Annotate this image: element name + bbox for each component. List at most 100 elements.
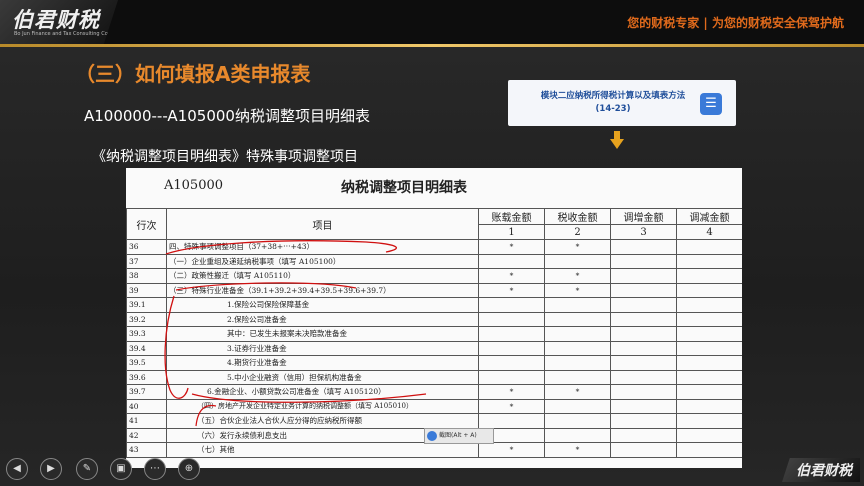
module-label-line2: (14-23) [595, 104, 631, 114]
row-c4 [676, 253, 742, 269]
next-icon[interactable]: ▶ [40, 458, 62, 480]
row-c4 [676, 340, 742, 356]
row-item: （二）政策性搬迁（填写 A105110） [166, 268, 479, 284]
header-item: 项目 [166, 208, 479, 240]
row-c3 [610, 413, 677, 429]
row-c3 [610, 253, 677, 269]
row-c1 [478, 340, 545, 356]
prev-icon[interactable]: ◀ [6, 458, 28, 480]
module-link-button[interactable]: 模块二应纳税所得税计算以及填表方法 (14-23) ☰ [508, 80, 736, 126]
row-c3 [610, 384, 677, 400]
table-row: 39 （三）特殊行业准备金（39.1+39.2+39.4+39.5+39.6+39… [126, 282, 742, 298]
row-c1: * [478, 239, 545, 255]
slide-subtitle-1: A100000---A105000纳税调整项目明细表 [84, 107, 370, 125]
slide-background: 伯君财税 Bo Jun Finance and Tax Consulting C… [0, 0, 864, 486]
header-col1: 账载金额 [478, 208, 545, 225]
row-item: （一）企业重组及递延纳税事项（填写 A105100） [166, 253, 479, 269]
row-c4 [676, 442, 742, 458]
row-item: （三）特殊行业准备金（39.1+39.2+39.4+39.5+39.6+39.7… [166, 282, 479, 298]
header-n1: 1 [478, 224, 545, 240]
slide-title: （三）如何填报A类申报表 [75, 62, 311, 86]
row-c4 [676, 398, 742, 414]
row-c3 [610, 311, 677, 327]
footer-logo: 伯君财税 [782, 458, 860, 482]
table-row: 41 （五）合伙企业法人合伙人应分得的应纳税所得额 [126, 413, 742, 429]
row-item: 6.金融企业、小额贷款公司准备金（填写 A105120） [166, 384, 479, 400]
row-c1 [478, 326, 545, 342]
header-n2: 2 [544, 224, 611, 240]
row-c1: * [478, 398, 545, 414]
row-c1 [478, 355, 545, 371]
row-c2 [544, 297, 611, 313]
adjustment-table: 行次 项目 账载金额 税收金额 调增金额 调减金额 1 2 3 4 36 四、特殊… [126, 208, 742, 458]
row-c3 [610, 340, 677, 356]
header-n4: 4 [676, 224, 742, 240]
row-c2 [544, 355, 611, 371]
row-no: 38 [126, 268, 167, 284]
row-item: 四、特殊事项调整项目（37+38+⋯+43） [166, 239, 479, 255]
row-c2: * [544, 384, 611, 400]
slide-subtitle-2: 《纳税调整项目明细表》特殊事项调整项目 [92, 149, 358, 165]
row-item: 1.保险公司保险保障基金 [166, 297, 479, 313]
row-c4 [676, 326, 742, 342]
screenshot-icon [427, 431, 437, 441]
row-no: 39.6 [126, 369, 167, 385]
row-c2 [544, 398, 611, 414]
table-row: 39.7 6.金融企业、小额贷款公司准备金（填写 A105120） * * [126, 384, 742, 400]
row-c4 [676, 427, 742, 443]
form-code: A105000 [164, 178, 224, 193]
row-c1 [478, 311, 545, 327]
row-c1: * [478, 282, 545, 298]
row-no: 39 [126, 282, 167, 298]
row-c3 [610, 268, 677, 284]
row-no: 39.1 [126, 297, 167, 313]
row-c3 [610, 326, 677, 342]
down-arrow-icon [610, 139, 624, 149]
zoom-icon[interactable]: ⊕ [178, 458, 200, 480]
tooltip-text: 截图(Alt + A) [439, 432, 477, 439]
row-c1 [478, 413, 545, 429]
table-row: 43 （七）其他 * * [126, 442, 742, 458]
row-c2: * [544, 239, 611, 255]
row-c4 [676, 282, 742, 298]
menu-icon: ☰ [700, 93, 722, 115]
row-c3 [610, 442, 677, 458]
row-c3 [610, 369, 677, 385]
row-c1 [478, 297, 545, 313]
screen-icon[interactable]: ▣ [110, 458, 132, 480]
row-c3 [610, 282, 677, 298]
more-icon[interactable]: ⋯ [144, 458, 166, 480]
row-c2 [544, 340, 611, 356]
row-c3 [610, 355, 677, 371]
table-row: 39.3 其中：已发生未报案未决赔款准备金 [126, 326, 742, 342]
row-c4 [676, 297, 742, 313]
header-col2: 税收金额 [544, 208, 611, 225]
row-item: 其中：已发生未报案未决赔款准备金 [166, 326, 479, 342]
row-c4 [676, 355, 742, 371]
header-n3: 3 [610, 224, 677, 240]
row-c2: * [544, 442, 611, 458]
module-label-line1: 模块二应纳税所得税计算以及填表方法 [540, 91, 686, 101]
document-image: A105000 纳税调整项目明细表 行次 项目 账载金额 税收金额 调增金额 调… [126, 168, 742, 468]
row-c2 [544, 326, 611, 342]
table-row: 40 （四）房地产开发企业特定业务计算的纳税调整额（填写 A105010） * [126, 398, 742, 414]
row-item: 2.保险公司准备金 [166, 311, 479, 327]
table-row: 39.4 3.证券行业准备金 [126, 340, 742, 356]
row-no: 36 [126, 239, 167, 255]
pen-icon[interactable]: ✎ [76, 458, 98, 480]
row-no: 43 [126, 442, 167, 458]
row-item: （五）合伙企业法人合伙人应分得的应纳税所得额 [166, 413, 479, 429]
row-item: 3.证券行业准备金 [166, 340, 479, 356]
row-c4 [676, 384, 742, 400]
footer-logo-text: 伯君财税 [796, 463, 852, 479]
row-c1: * [478, 268, 545, 284]
screenshot-tooltip: 截图(Alt + A) [424, 428, 494, 444]
row-no: 39.7 [126, 384, 167, 400]
row-no: 37 [126, 253, 167, 269]
row-c2 [544, 413, 611, 429]
row-no: 39.4 [126, 340, 167, 356]
row-c2: * [544, 282, 611, 298]
row-no: 42 [126, 427, 167, 443]
row-item: 4.期货行业准备金 [166, 355, 479, 371]
table-row: 36 四、特殊事项调整项目（37+38+⋯+43） * * [126, 239, 742, 255]
